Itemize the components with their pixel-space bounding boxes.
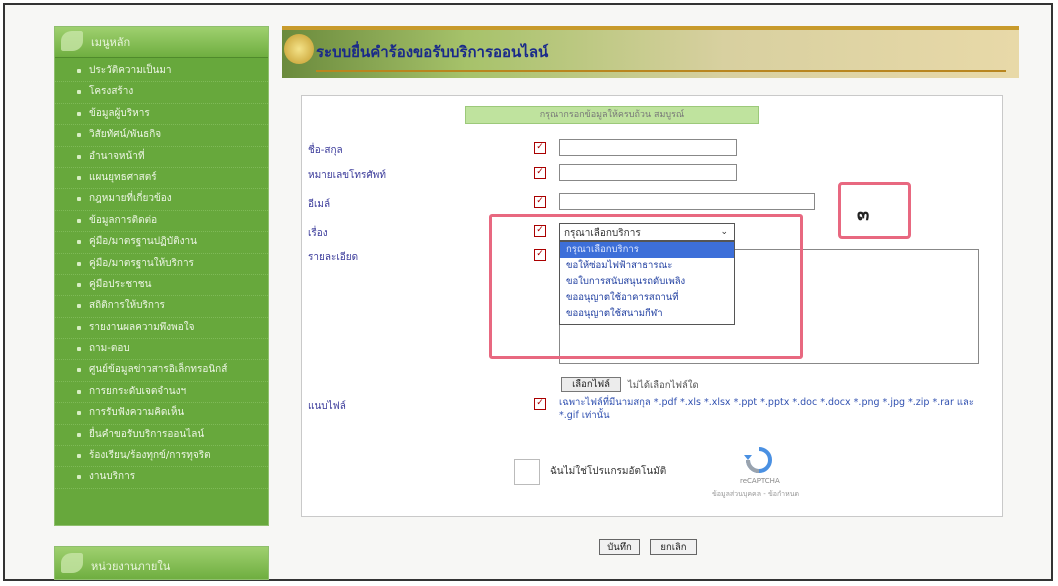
email-label: อีเมล์: [308, 199, 331, 210]
form-header: กรุณากรอกข้อมูลให้ครบถ้วน สมบูรณ์: [465, 106, 759, 124]
recaptcha-icon: [744, 447, 772, 473]
required-icon: ✓: [534, 142, 546, 154]
sidebar-item[interactable]: คู่มือประชาชน: [55, 275, 268, 297]
file-type-note: เฉพาะไฟล์ที่มีนามสกุล *.pdf *.xls *.xlsx…: [559, 397, 974, 421]
required-icon: ✓: [534, 167, 546, 179]
sidebar-item[interactable]: รายงานผลความพึงพอใจ: [55, 318, 268, 340]
sidebar-item[interactable]: ถาม-ตอบ: [55, 339, 268, 361]
detail-label: รายละเอียด: [308, 252, 359, 263]
name-field[interactable]: [559, 139, 737, 156]
sidebar-item[interactable]: การรับฟังความคิดเห็น: [55, 403, 268, 425]
file-status: ไม่ได้เลือกไฟล์ใด: [628, 380, 699, 391]
recaptcha-name: reCAPTCHA: [740, 477, 780, 485]
sidebar-header: เมนูหลัก: [55, 27, 268, 58]
phone-field[interactable]: [559, 164, 737, 181]
annotation-number: ๓: [857, 204, 870, 225]
captcha-label: ฉันไม่ใช่โปรแกรมอัตโนมัติ: [550, 466, 667, 477]
sidebar-item[interactable]: ประวัติความเป็นมา: [55, 61, 268, 83]
annotation-marker: ๓: [838, 182, 911, 239]
attach-label: แนบไฟล์: [308, 401, 346, 412]
sidebar-item[interactable]: วิสัยทัศน์/พันธกิจ: [55, 125, 268, 147]
sidebar-heading: เมนูหลัก: [91, 36, 131, 49]
sidebar-second-heading: หน่วยงานภายใน: [91, 560, 171, 573]
captcha-checkbox[interactable]: [514, 459, 540, 485]
sidebar-item[interactable]: ร้องเรียน/ร้องทุกข์/การทุจริต: [55, 446, 268, 468]
sidebar-item[interactable]: อำนาจหน้าที่: [55, 147, 268, 168]
sidebar: เมนูหลัก ประวัติความเป็นมา โครงสร้าง ข้อมู…: [54, 26, 269, 526]
required-icon: ✓: [534, 398, 546, 410]
leaf-icon: [61, 553, 83, 573]
sidebar-item[interactable]: ข้อมูลผู้บริหาร: [55, 104, 268, 126]
sidebar-item[interactable]: คู่มือ/มาตรฐานปฏิบัติงาน: [55, 232, 268, 254]
sidebar-item[interactable]: แผนยุทธศาสตร์: [55, 168, 268, 190]
sidebar-item[interactable]: ข้อมูลการติดต่อ: [55, 211, 268, 233]
sidebar-section-internal[interactable]: หน่วยงานภายใน: [54, 546, 269, 580]
save-button[interactable]: บันทึก: [599, 539, 640, 555]
sidebar-item[interactable]: คู่มือ/มาตรฐานให้บริการ: [55, 254, 268, 275]
page-title: ระบบยื่นคำร้องขอรับบริการออนไลน์: [316, 43, 549, 61]
sidebar-item[interactable]: ยื่นคำขอรับบริการออนไลน์: [55, 425, 268, 447]
request-form: กรุณากรอกข้อมูลให้ครบถ้วน สมบูรณ์ ชื่อ-ส…: [301, 95, 1003, 555]
sidebar-menu: ประวัติความเป็นมา โครงสร้าง ข้อมูลผู้บริหา…: [55, 61, 268, 489]
header-banner: ระบบยื่นคำร้องขอรับบริการออนไลน์: [282, 26, 1019, 78]
email-field[interactable]: [559, 193, 815, 210]
subject-label: เรื่อง: [308, 228, 328, 239]
leaf-icon: [61, 31, 83, 51]
title-underline: [316, 70, 1006, 72]
sidebar-item[interactable]: กฎหมายที่เกี่ยวข้อง: [55, 189, 268, 211]
sidebar-item[interactable]: งานบริการ: [55, 467, 268, 489]
phone-label: หมายเลขโทรศัพท์: [308, 170, 386, 181]
cancel-button[interactable]: ยกเลิก: [650, 539, 697, 555]
name-label: ชื่อ-สกุล: [308, 145, 343, 156]
sidebar-item[interactable]: การยกระดับเจตจำนงฯ: [55, 382, 268, 404]
highlight-box: [489, 214, 803, 359]
sidebar-item[interactable]: ศูนย์ข้อมูลข่าวสารอิเล็กทรอนิกส์: [55, 360, 268, 382]
emblem-logo: [284, 34, 314, 64]
choose-file-button[interactable]: เลือกไฟล์: [561, 377, 621, 392]
sidebar-item[interactable]: โครงสร้าง: [55, 82, 268, 104]
required-icon: ✓: [534, 196, 546, 208]
recaptcha-links[interactable]: ข้อมูลส่วนบุคคล - ข้อกำหนด: [712, 489, 799, 500]
sidebar-item[interactable]: สถิติการให้บริการ: [55, 296, 268, 318]
